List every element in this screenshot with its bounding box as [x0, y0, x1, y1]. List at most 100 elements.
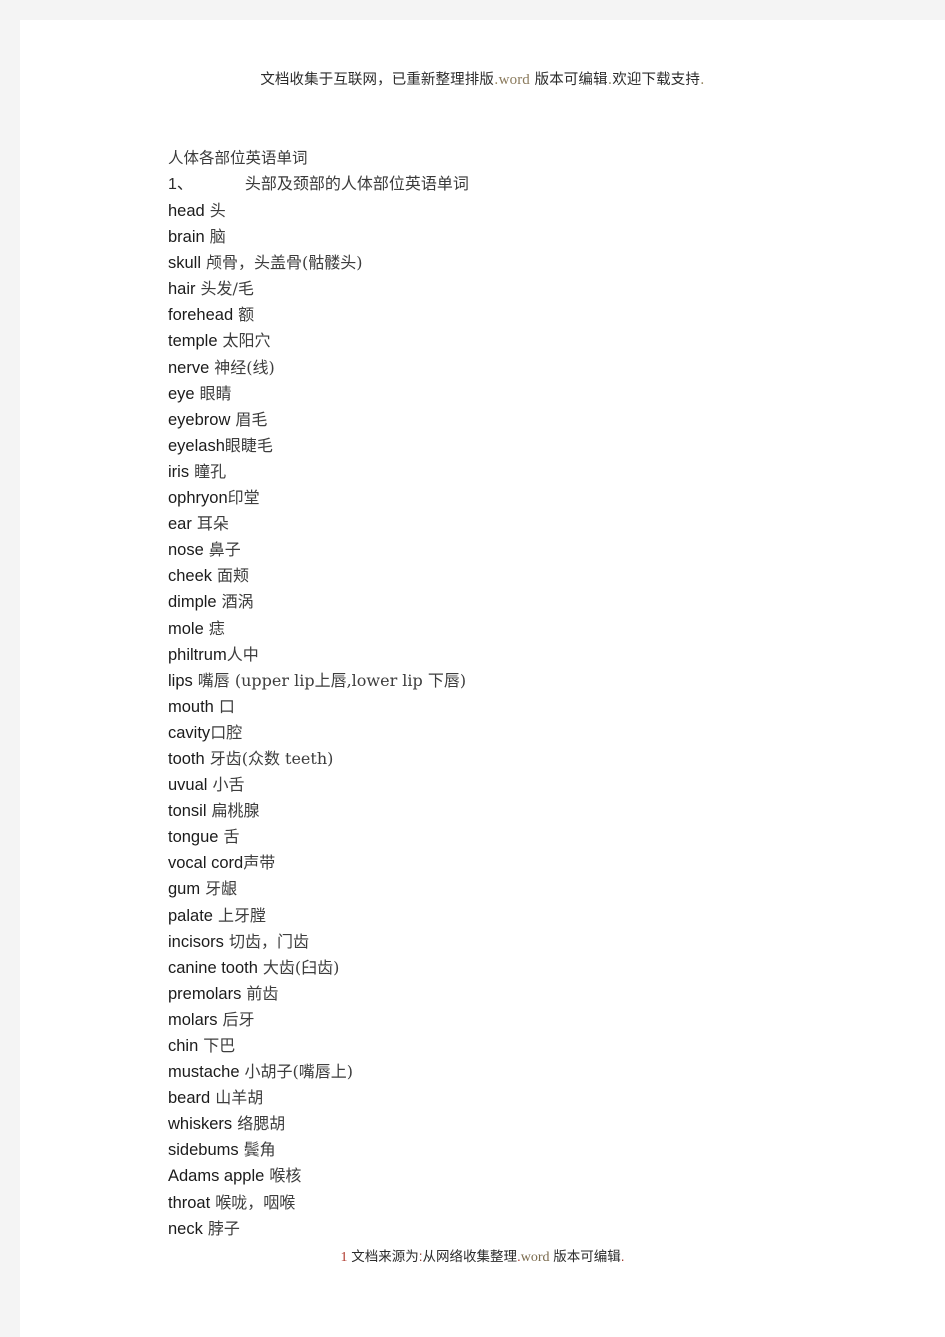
vocabulary-entry-english: nerve	[168, 358, 210, 377]
vocabulary-entry-chinese: 头	[209, 201, 226, 220]
vocabulary-entry-chinese: 人中	[226, 644, 259, 664]
vocabulary-entry-chinese: 喉咙，咽喉	[215, 1192, 296, 1212]
vocabulary-entry-chinese: 瞳孔	[194, 461, 227, 481]
header-word-label: word	[498, 72, 530, 88]
document-title: 人体各部位英语单词	[168, 149, 308, 167]
vocabulary-entry-english: premolars	[168, 984, 242, 1003]
vocabulary-entry-english: cheek	[168, 567, 213, 586]
vocabulary-entry-english: dimple	[168, 593, 217, 612]
vocabulary-entry: ear 耳朵	[168, 511, 888, 537]
vocabulary-entry-english: gum	[168, 880, 201, 899]
header-text-part2: 版本可编辑	[534, 72, 608, 88]
vocabulary-entry-english: mole	[168, 619, 204, 638]
section-heading: 1、 头部及颈部的人体部位英语单词	[168, 171, 888, 198]
vocabulary-entry-english: whiskers	[168, 1115, 233, 1134]
footer-text-part2: 从网络收集整理	[422, 1249, 517, 1265]
document-page: 文档收集于互联网，已重新整理排版.word 版本可编辑.欢迎下载支持. 人体各部…	[20, 20, 945, 1337]
vocabulary-entry-english: molars	[168, 1010, 218, 1029]
vocabulary-entry: eye 眼睛	[168, 381, 888, 407]
vocabulary-entry-english: chin	[168, 1037, 199, 1055]
footer-word-label: word	[520, 1250, 550, 1265]
vocabulary-entry-chinese: 小胡子(嘴唇上)	[244, 1062, 354, 1082]
vocabulary-entry: tooth 牙齿(众数 teeth)	[168, 746, 888, 772]
footer-text-part1: 文档来源为	[351, 1249, 419, 1265]
vocabulary-entry: forehead 额	[168, 302, 888, 328]
vocabulary-entry-chinese: 眼睛	[199, 383, 232, 403]
vocabulary-entry-english: iris	[168, 462, 190, 481]
vocabulary-entry-english: brain	[168, 228, 205, 247]
vocabulary-entry: hair 头发/毛	[168, 276, 888, 302]
vocabulary-entry-chinese: 大齿(臼齿)	[262, 957, 340, 977]
vocabulary-entry-chinese: 喉核	[269, 1166, 302, 1186]
vocabulary-entry: nose 鼻子	[168, 537, 888, 563]
vocabulary-entry: mole 痣	[168, 616, 888, 642]
vocabulary-entry-chinese: 口腔	[210, 722, 243, 742]
vocabulary-entry-chinese: 声带	[243, 853, 276, 873]
vocabulary-entry-english: throat	[168, 1193, 211, 1212]
vocabulary-entry-chinese: 舌	[223, 827, 240, 847]
vocabulary-entry: head 头	[168, 198, 888, 224]
vocabulary-entry-chinese: 后牙	[222, 1009, 255, 1029]
vocabulary-entry-chinese: 小舌	[212, 775, 245, 795]
vocabulary-entry-english: forehead	[168, 306, 234, 325]
vocabulary-entry-chinese: 扁桃腺	[211, 801, 260, 821]
vocabulary-entry: gum 牙龈	[168, 876, 888, 902]
vocabulary-entry-english: palate	[168, 906, 213, 925]
vocabulary-entry-english: vocal cord	[168, 854, 244, 873]
vocabulary-entry-chinese: 印堂	[227, 488, 260, 508]
vocabulary-entry-chinese: 眼睫毛	[224, 435, 273, 455]
vocabulary-entry: beard 山羊胡	[168, 1085, 888, 1111]
vocabulary-entry: eyebrow 眉毛	[168, 407, 888, 433]
vocabulary-entry: dimple 酒涡	[168, 589, 888, 615]
vocabulary-entry-english: sidebums	[168, 1141, 239, 1160]
vocabulary-list: head 头 brain 脑 skull 颅骨，头盖骨(骷髅头) hair 头发/毛 foreh…	[168, 198, 888, 1242]
vocabulary-entry-english: skull	[168, 254, 202, 273]
vocabulary-entry-chinese: 前齿	[246, 983, 279, 1003]
vocabulary-entry-chinese: 痣	[208, 618, 225, 638]
vocabulary-entry-chinese: 切齿，门齿	[228, 931, 309, 951]
vocabulary-entry-english: beard	[168, 1089, 211, 1108]
vocabulary-entry-english: eye	[168, 384, 195, 403]
vocabulary-entry: cavity口腔	[168, 720, 888, 746]
vocabulary-entry-chinese: 耳朵	[196, 514, 229, 534]
page-number: 1	[340, 1250, 348, 1265]
vocabulary-entry: neck 脖子	[168, 1216, 888, 1242]
footer-dot-2: .	[620, 1249, 625, 1264]
vocabulary-entry: philtrum人中	[168, 642, 888, 668]
vocabulary-entry: whiskers 络腮胡	[168, 1111, 888, 1137]
vocabulary-entry-english: ophryon	[168, 489, 228, 508]
vocabulary-entry-english: eyebrow	[168, 410, 231, 429]
vocabulary-entry-chinese: 头发/毛	[200, 279, 254, 299]
vocabulary-entry: premolars 前齿	[168, 981, 888, 1007]
vocabulary-entry: uvual 小舌	[168, 772, 888, 798]
vocabulary-entry-chinese: 酒涡	[221, 592, 254, 612]
footer-text-part3: 版本可编辑	[553, 1249, 621, 1265]
vocabulary-entry-english: head	[168, 202, 205, 220]
vocabulary-entry: mouth 口	[168, 694, 888, 720]
vocabulary-entry-chinese: 上牙膛	[217, 905, 266, 925]
page-header: 文档收集于互联网，已重新整理排版.word 版本可编辑.欢迎下载支持.	[20, 70, 945, 90]
vocabulary-entry-chinese: 面颊	[217, 566, 250, 586]
vocabulary-entry-english: mouth	[168, 697, 214, 716]
vocabulary-entry-chinese: 神经(线)	[214, 357, 275, 377]
vocabulary-entry: palate 上牙膛	[168, 903, 888, 929]
vocabulary-entry: tonsil 扁桃腺	[168, 798, 888, 824]
vocabulary-entry-english: Adams apple	[168, 1167, 265, 1186]
vocabulary-entry: vocal cord声带	[168, 850, 888, 876]
vocabulary-entry: lips 嘴唇 (upper lip上唇,lower lip 下唇)	[168, 668, 888, 694]
vocabulary-entry-english: incisors	[168, 932, 224, 951]
vocabulary-entry: sidebums 鬓角	[168, 1137, 888, 1163]
vocabulary-entry-english: uvual	[168, 776, 208, 795]
vocabulary-entry: canine tooth 大齿(臼齿)	[168, 955, 888, 981]
vocabulary-entry: nerve 神经(线)	[168, 355, 888, 381]
vocabulary-entry: molars 后牙	[168, 1007, 888, 1033]
vocabulary-entry-chinese: 脑	[209, 227, 226, 247]
header-text-part1: 文档收集于互联网，已重新整理排版	[260, 72, 494, 88]
vocabulary-entry-chinese: 太阳穴	[222, 331, 271, 351]
vocabulary-entry-chinese: 鬓角	[243, 1140, 276, 1160]
vocabulary-entry-english: ear	[168, 515, 192, 534]
vocabulary-entry-english: tooth	[168, 749, 205, 768]
vocabulary-entry: brain 脑	[168, 224, 888, 250]
vocabulary-entry: chin 下巴	[168, 1033, 888, 1059]
vocabulary-entry-english: neck	[168, 1219, 203, 1238]
